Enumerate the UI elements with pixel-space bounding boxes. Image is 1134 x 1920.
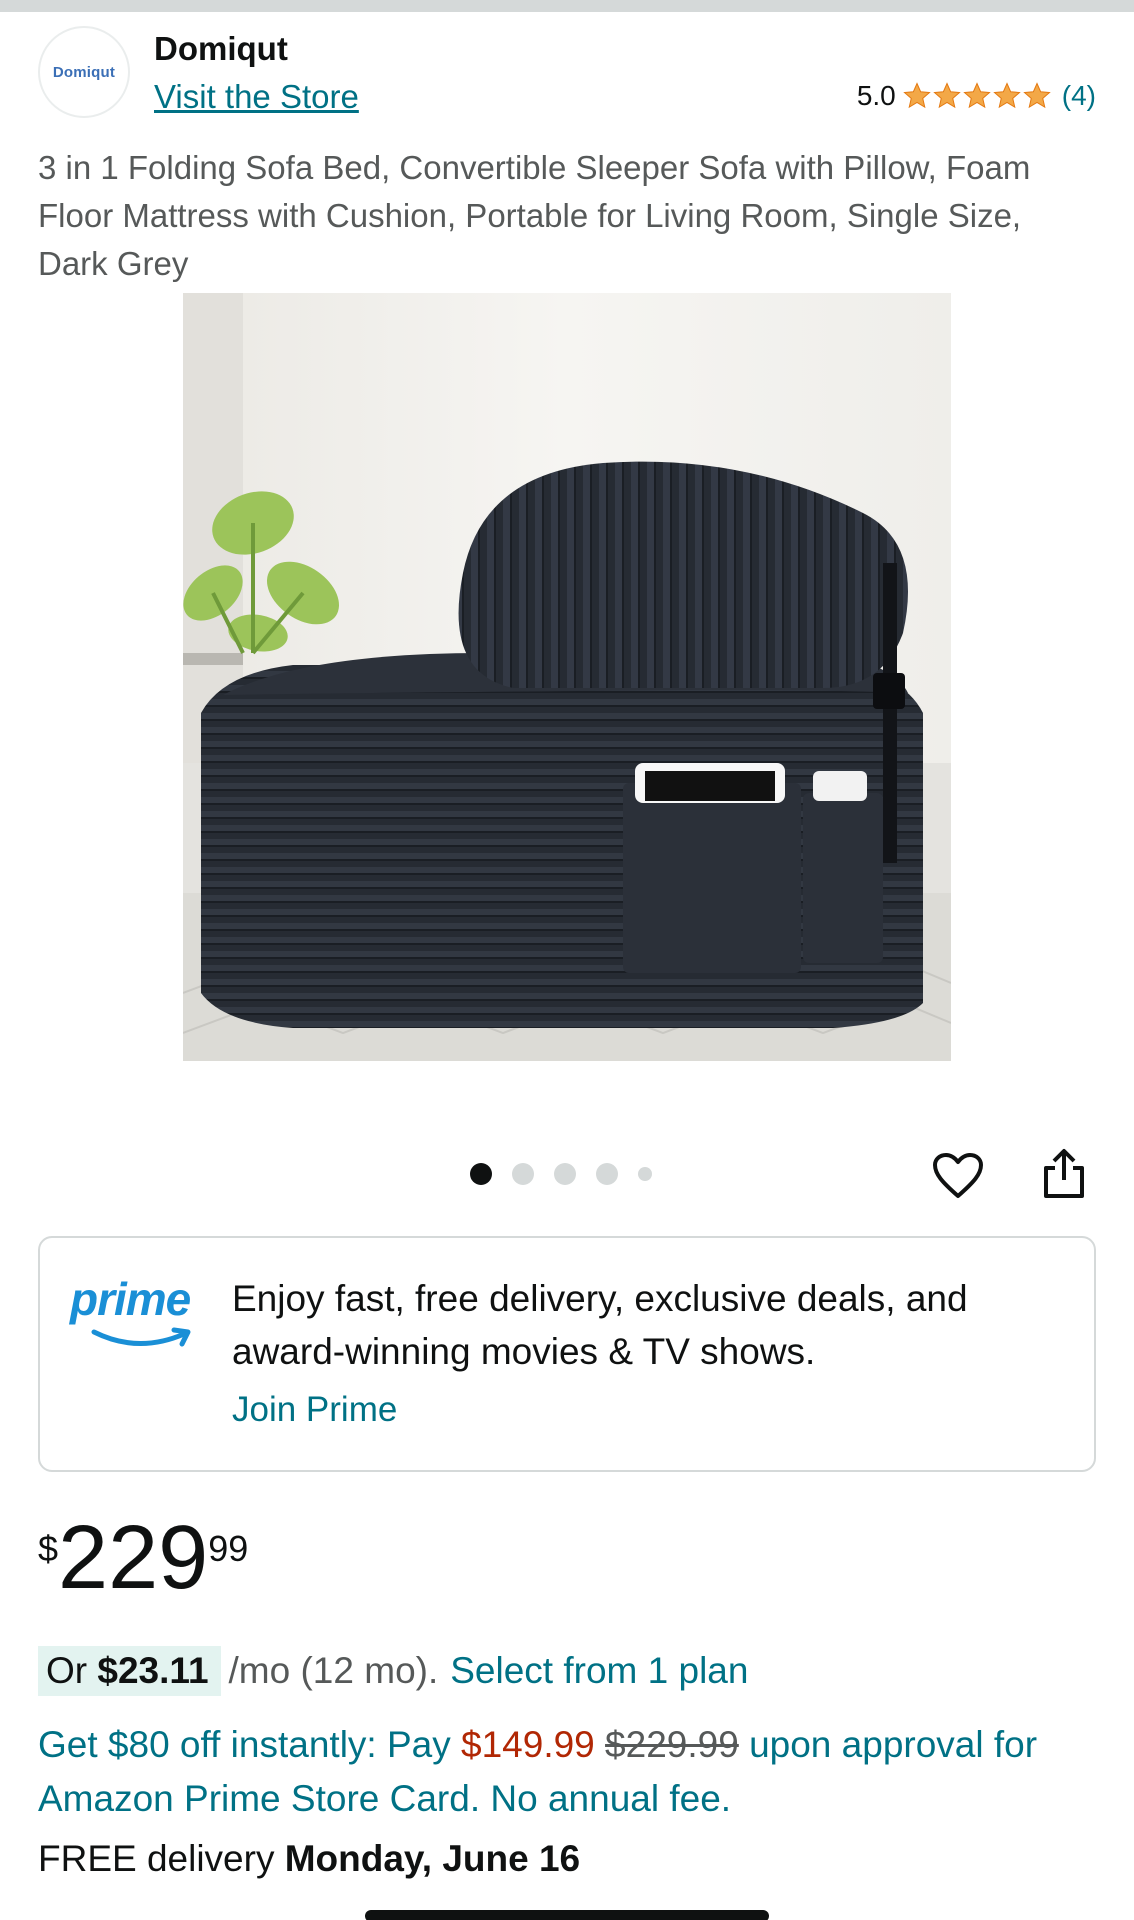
- offer-prefix: Get $80 off instantly: Pay: [38, 1724, 451, 1765]
- delivery-info: FREE delivery Monday, June 16: [38, 1838, 580, 1880]
- visit-store-link[interactable]: Visit the Store: [154, 78, 359, 116]
- store-name: Domiqut: [154, 30, 288, 67]
- prime-logo-text: prime: [70, 1273, 191, 1325]
- price-whole: 229: [58, 1508, 209, 1608]
- share-icon: [1044, 1149, 1084, 1198]
- prime-promo-card: prime Enjoy fast, free delivery, exclusi…: [38, 1236, 1096, 1472]
- prime-message: Enjoy fast, free delivery, exclusive dea…: [232, 1278, 968, 1372]
- price-symbol: $: [38, 1528, 59, 1569]
- store-card-offer[interactable]: Get $80 off instantly: Pay $149.99 $229.…: [38, 1718, 1108, 1826]
- prime-logo: prime: [70, 1272, 210, 1352]
- prime-smile-icon: [91, 1327, 191, 1347]
- carousel-dot[interactable]: [512, 1163, 534, 1185]
- rating-summary[interactable]: 5.0 (4): [857, 80, 1096, 112]
- star-icon: [932, 81, 962, 111]
- share-button[interactable]: [1036, 1146, 1092, 1202]
- price: $ 229 99: [38, 1508, 248, 1608]
- monthly-highlight: Or $23.11: [38, 1646, 221, 1696]
- carousel-dot[interactable]: [638, 1167, 652, 1181]
- store-logo-text: Domiqut: [52, 63, 116, 81]
- rating-stars: [902, 81, 1052, 111]
- delivery-prefix: FREE delivery: [38, 1838, 275, 1879]
- status-bar-strip: [0, 0, 1134, 12]
- heart-icon: [933, 1153, 983, 1198]
- home-indicator: [365, 1910, 769, 1920]
- carousel-dot[interactable]: [554, 1163, 576, 1185]
- join-prime-link[interactable]: Join Prime: [232, 1390, 397, 1430]
- rating-value: 5.0: [856, 80, 896, 111]
- offer-original-price: $229.99: [605, 1724, 739, 1765]
- wishlist-button[interactable]: [930, 1148, 986, 1204]
- star-icon: [992, 81, 1022, 111]
- select-plan-link[interactable]: Select from 1 plan: [450, 1650, 748, 1692]
- rating-count: (4): [1061, 80, 1096, 111]
- carousel-dot[interactable]: [596, 1163, 618, 1185]
- carousel-dot[interactable]: [470, 1163, 492, 1185]
- product-title: 3 in 1 Folding Sofa Bed, Convertible Sle…: [38, 149, 1031, 282]
- delivery-date: Monday, June 16: [284, 1838, 581, 1879]
- product-image[interactable]: [183, 293, 951, 1061]
- image-carousel-dots[interactable]: [470, 1163, 652, 1185]
- star-icon: [1022, 81, 1052, 111]
- store-logo[interactable]: Domiqut: [38, 26, 130, 118]
- monthly-amount: $23.11: [97, 1650, 209, 1691]
- monthly-suffix: /mo (12 mo).: [228, 1650, 439, 1691]
- star-icon: [902, 81, 932, 111]
- monthly-prefix: Or: [46, 1650, 88, 1691]
- price-fraction: 99: [208, 1528, 249, 1569]
- star-icon: [962, 81, 992, 111]
- monthly-payment: Or $23.11 /mo (12 mo). Select from 1 pla…: [38, 1646, 748, 1696]
- offer-discounted-price: $149.99: [461, 1724, 595, 1765]
